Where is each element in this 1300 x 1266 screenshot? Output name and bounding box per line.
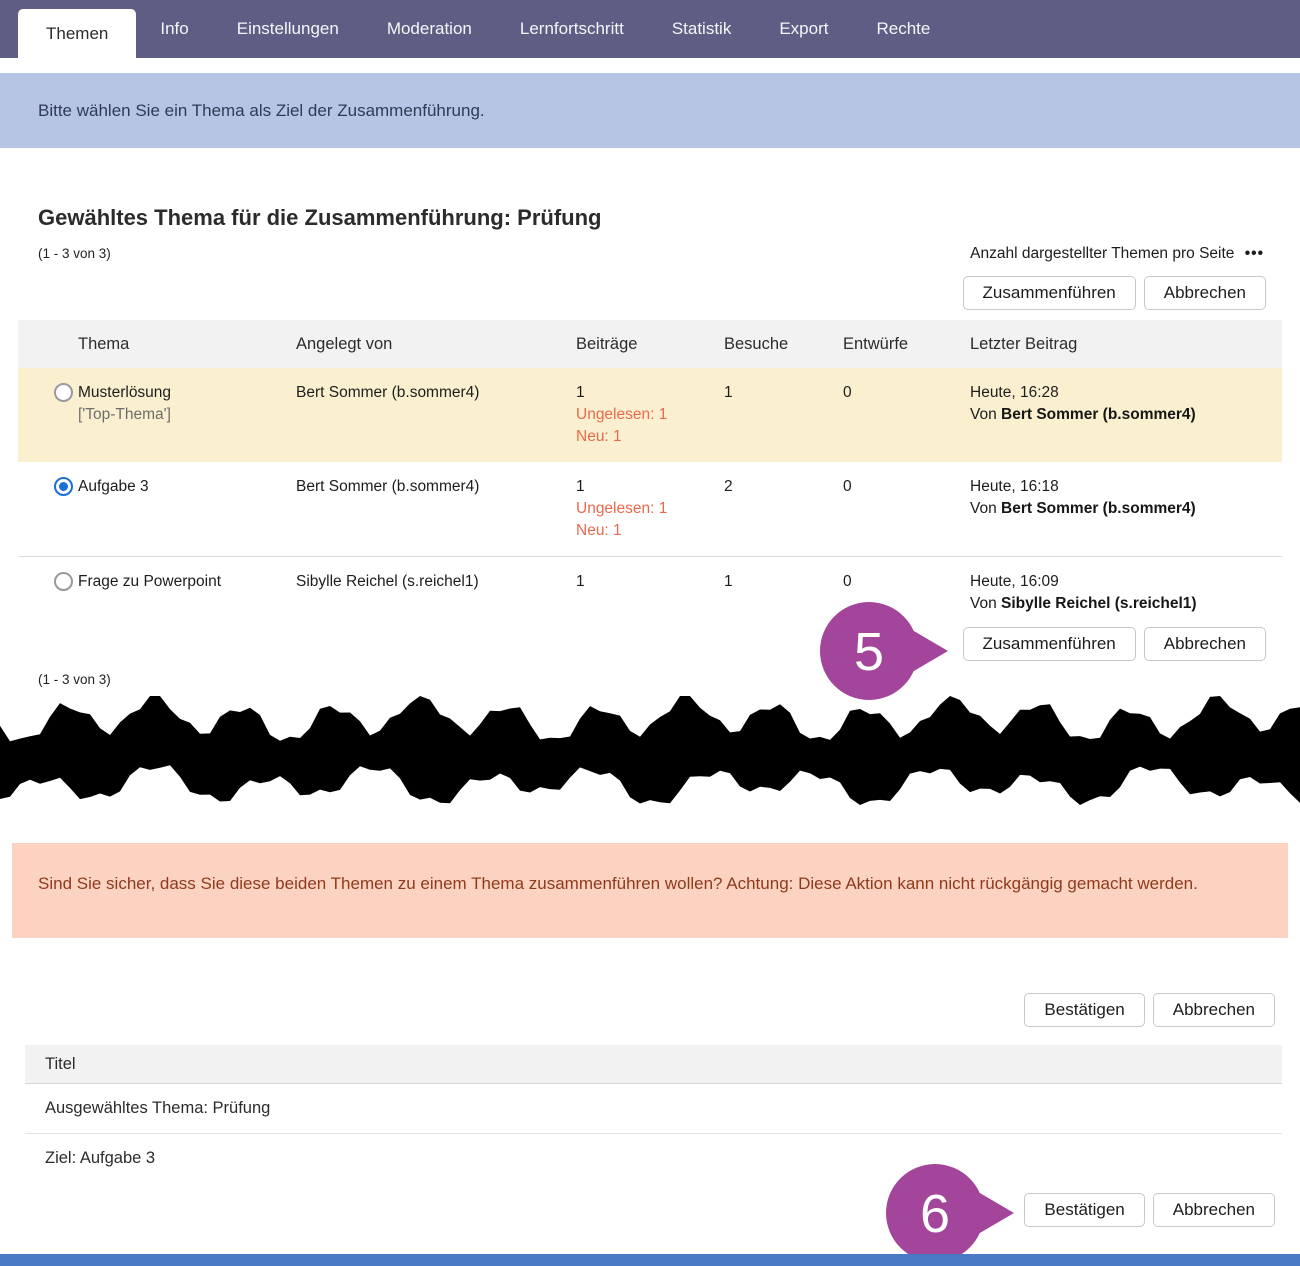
merge-button-bottom[interactable]: Zusammenführen [963, 627, 1136, 661]
per-page-control: Anzahl dargestellter Themen pro Seite ••… [970, 245, 1264, 263]
tab-rechte[interactable]: Rechte [852, 0, 954, 58]
column-titel: Titel [25, 1045, 1282, 1084]
confirm-cancel-button-bottom[interactable]: Abbrechen [1153, 1193, 1275, 1227]
redaction-scribble [0, 693, 1300, 808]
pagination-range-bottom: (1 - 3 von 3) [38, 672, 111, 687]
cancel-button-bottom[interactable]: Abbrechen [1144, 627, 1266, 661]
posts-count: 1 [576, 382, 716, 404]
confirm-table: Titel Ausgewähltes Thema: Prüfung Ziel: … [25, 1045, 1282, 1183]
tab-themen[interactable]: Themen [18, 9, 136, 58]
drafts-count: 0 [843, 557, 970, 653]
drafts-count: 0 [843, 368, 970, 462]
per-page-label: Anzahl dargestellter Themen pro Seite [970, 245, 1234, 262]
bottom-action-row: Zusammenführen Abbrechen [963, 627, 1266, 661]
top-nav: Themen Info Einstellungen Moderation Ler… [0, 0, 1300, 58]
tab-moderation[interactable]: Moderation [363, 0, 496, 58]
topics-table: Thema Angelegt von Beiträge Besuche Entw… [18, 320, 1282, 653]
radio-musterloesung[interactable] [54, 383, 73, 402]
last-post-author: Bert Sommer (b.sommer4) [1001, 500, 1196, 517]
topic-title: Frage zu Powerpoint [78, 557, 296, 653]
last-post-von: Von [970, 595, 1001, 612]
new-count: Neu: 1 [576, 426, 716, 448]
warning-text: Sind Sie sicher, dass Sie diese beiden T… [38, 874, 1198, 893]
posts-count: 1 [576, 476, 716, 498]
selected-topic-cell: Ausgewähltes Thema: Prüfung [25, 1084, 1282, 1134]
table-row: Ausgewähltes Thema: Prüfung [25, 1084, 1282, 1134]
topic-author: Bert Sommer (b.sommer4) [296, 462, 576, 557]
unread-count: Ungelesen: 1 [576, 404, 716, 426]
topic-author: Sibylle Reichel (s.reichel1) [296, 557, 576, 653]
confirm-button-bottom[interactable]: Bestätigen [1024, 1193, 1144, 1227]
posts-count: 1 [576, 557, 724, 653]
last-post-time: Heute, 16:09 [970, 571, 1274, 593]
topic-title: Aufgabe 3 [78, 462, 296, 557]
cropped-blue-banner [0, 1254, 1300, 1266]
visits-count: 2 [724, 462, 843, 557]
column-entwuerfe: Entwürfe [843, 320, 970, 368]
table-header-row: Thema Angelegt von Beiträge Besuche Entw… [18, 320, 1282, 368]
confirm-action-row-top: Bestätigen Abbrechen [1024, 993, 1275, 1027]
drafts-count: 0 [843, 462, 970, 557]
tab-export[interactable]: Export [755, 0, 852, 58]
topic-title: Musterlösung [78, 382, 288, 404]
page-title: Gewähltes Thema für die Zusammenführung:… [38, 205, 602, 231]
target-topic-cell: Ziel: Aufgabe 3 [25, 1134, 1282, 1184]
last-post-author: Bert Sommer (b.sommer4) [1001, 406, 1196, 423]
last-post-time: Heute, 16:18 [970, 476, 1274, 498]
visits-count: 1 [724, 368, 843, 462]
info-banner: Bitte wählen Sie ein Thema als Ziel der … [0, 73, 1300, 148]
column-letzter-beitrag: Letzter Beitrag [970, 320, 1282, 368]
column-beitraege: Beiträge [576, 320, 724, 368]
unread-count: Ungelesen: 1 [576, 498, 716, 520]
topic-author: Bert Sommer (b.sommer4) [296, 368, 576, 462]
top-action-row: Zusammenführen Abbrechen [963, 276, 1266, 310]
confirm-cancel-button-top[interactable]: Abbrechen [1153, 993, 1275, 1027]
radio-aufgabe-3[interactable] [54, 477, 73, 496]
tab-lernfortschritt[interactable]: Lernfortschritt [496, 0, 648, 58]
step-6-number: 6 [920, 1184, 950, 1244]
radio-column-header [18, 320, 78, 368]
confirm-table-header-row: Titel [25, 1045, 1282, 1084]
last-post-von: Von [970, 500, 1001, 517]
last-post-von: Von [970, 406, 1001, 423]
tab-einstellungen[interactable]: Einstellungen [213, 0, 363, 58]
confirm-action-row-bottom: Bestätigen Abbrechen [1024, 1193, 1275, 1227]
radio-frage-zu-powerpoint[interactable] [54, 572, 73, 591]
table-row: Aufgabe 3 Bert Sommer (b.sommer4) 1 Unge… [18, 462, 1282, 557]
column-thema: Thema [78, 320, 296, 368]
warning-banner: Sind Sie sicher, dass Sie diese beiden T… [12, 843, 1288, 938]
topic-sub-label: ['Top-Thema'] [78, 404, 288, 426]
per-page-menu-icon[interactable]: ••• [1245, 245, 1264, 262]
cancel-button-top[interactable]: Abbrechen [1144, 276, 1266, 310]
last-post-author: Sibylle Reichel (s.reichel1) [1001, 595, 1197, 612]
tab-info[interactable]: Info [136, 0, 212, 58]
pagination-range-top: (1 - 3 von 3) [38, 246, 111, 261]
info-banner-text: Bitte wählen Sie ein Thema als Ziel der … [38, 101, 485, 121]
new-count: Neu: 1 [576, 520, 716, 542]
last-post-time: Heute, 16:28 [970, 382, 1274, 404]
merge-button-top[interactable]: Zusammenführen [963, 276, 1136, 310]
visits-count: 1 [724, 557, 843, 653]
column-angelegt-von: Angelegt von [296, 320, 576, 368]
table-row: Ziel: Aufgabe 3 [25, 1134, 1282, 1184]
column-besuche: Besuche [724, 320, 843, 368]
tab-statistik[interactable]: Statistik [648, 0, 756, 58]
table-row: Musterlösung ['Top-Thema'] Bert Sommer (… [18, 368, 1282, 462]
confirm-button-top[interactable]: Bestätigen [1024, 993, 1144, 1027]
